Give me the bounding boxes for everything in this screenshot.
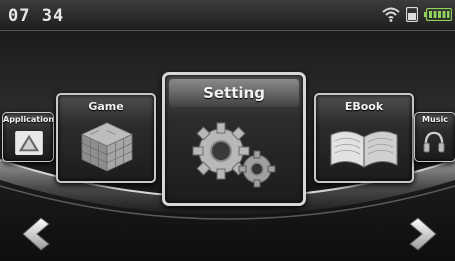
chevron-left-icon[interactable] [15, 214, 55, 254]
sim-card-icon [406, 7, 418, 22]
menu-item-label: Setting [203, 84, 265, 102]
menu-item-music[interactable]: Music [414, 112, 455, 162]
menu-item-game[interactable]: Game [56, 93, 156, 183]
status-bar: 07 34 [0, 0, 455, 31]
menu-item-application[interactable]: Application [2, 112, 54, 162]
headphones-icon [423, 131, 445, 153]
battery-full-icon [424, 8, 452, 21]
clock: 07 34 [8, 6, 65, 26]
menu-item-label: EBook [344, 100, 384, 113]
menu-item-setting[interactable]: Setting [162, 72, 306, 206]
open-book-icon [330, 131, 398, 168]
menu-item-label: Game [88, 100, 124, 113]
home-screen: 07 34 Application Game Setting EBook Mus… [0, 0, 455, 261]
chevron-right-icon[interactable] [404, 214, 444, 254]
menu-item-label: Music [422, 115, 448, 124]
wifi-icon [382, 7, 400, 22]
menu-item-ebook[interactable]: EBook [314, 93, 414, 183]
gears-icon [192, 122, 276, 188]
puzzle-cube-icon [81, 122, 133, 172]
menu-item-label: Application [3, 115, 55, 124]
warning-triangle-icon [15, 131, 43, 155]
